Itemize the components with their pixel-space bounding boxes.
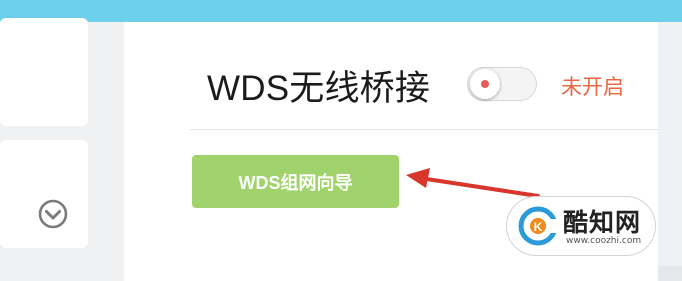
coozhi-logo-icon: K [518,206,559,246]
sidebar-card[interactable] [0,18,88,126]
top-header-bar [0,0,682,22]
page-title: WDS无线桥接 [207,69,431,108]
chevron-down-icon[interactable] [37,198,69,230]
toggle-knob [470,69,500,99]
wds-toggle-switch[interactable] [467,67,537,101]
wds-wizard-button[interactable]: WDS组网向导 [192,155,399,208]
toggle-off-indicator-icon [481,80,489,88]
sidebar-card-expandable[interactable] [0,140,88,248]
watermark-badge: K 酷知网 www.coozhi.com [506,196,656,256]
right-gutter [658,22,682,281]
right-corner-block [658,266,682,281]
watermark-brand: 酷知网 [563,209,642,237]
svg-text:K: K [534,220,543,234]
status-text: 未开启 [561,76,624,99]
section-divider [190,129,658,130]
watermark-url: www.coozhi.com [566,236,642,246]
